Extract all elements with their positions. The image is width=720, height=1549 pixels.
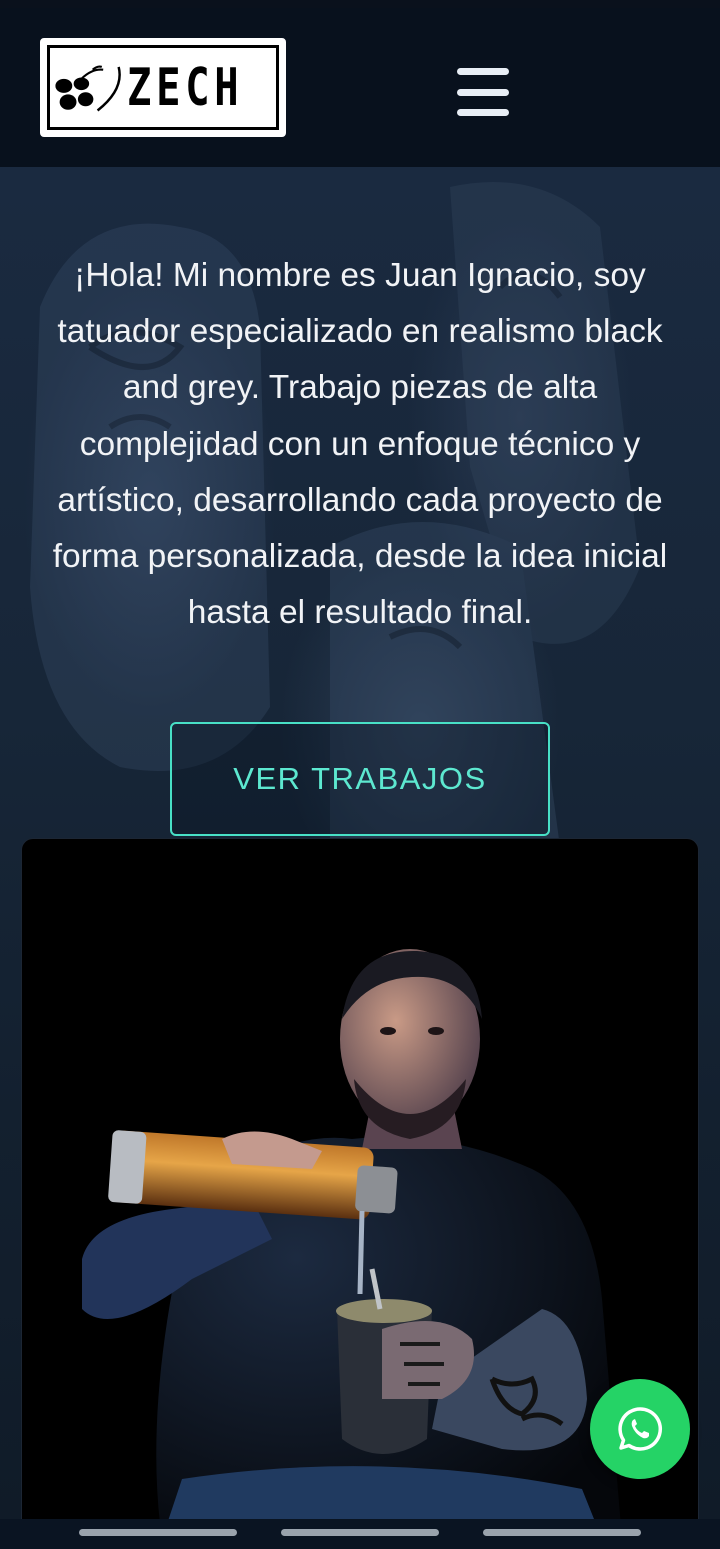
site-header: ZECH <box>0 8 720 167</box>
cherries-logo-icon <box>55 65 121 111</box>
whatsapp-icon <box>618 1407 663 1451</box>
view-work-button[interactable]: VER TRABAJOS <box>170 722 550 836</box>
menu-line <box>457 109 509 116</box>
intro-text: ¡Hola! Mi nombre es Juan Ignacio, soy ta… <box>52 257 668 632</box>
menu-line <box>457 68 509 75</box>
logo-frame: ZECH <box>47 45 279 130</box>
system-navigation-bar <box>0 1519 720 1549</box>
nav-pill[interactable] <box>79 1529 237 1536</box>
logo-text: ZECH <box>126 57 244 118</box>
zech-logo[interactable]: ZECH <box>40 38 286 137</box>
status-bar <box>0 0 720 8</box>
whatsapp-button[interactable] <box>590 1379 690 1479</box>
menu-line <box>457 88 509 96</box>
nav-pill[interactable] <box>281 1529 439 1536</box>
nav-pill[interactable] <box>483 1529 641 1536</box>
hamburger-menu-icon[interactable] <box>457 68 509 116</box>
